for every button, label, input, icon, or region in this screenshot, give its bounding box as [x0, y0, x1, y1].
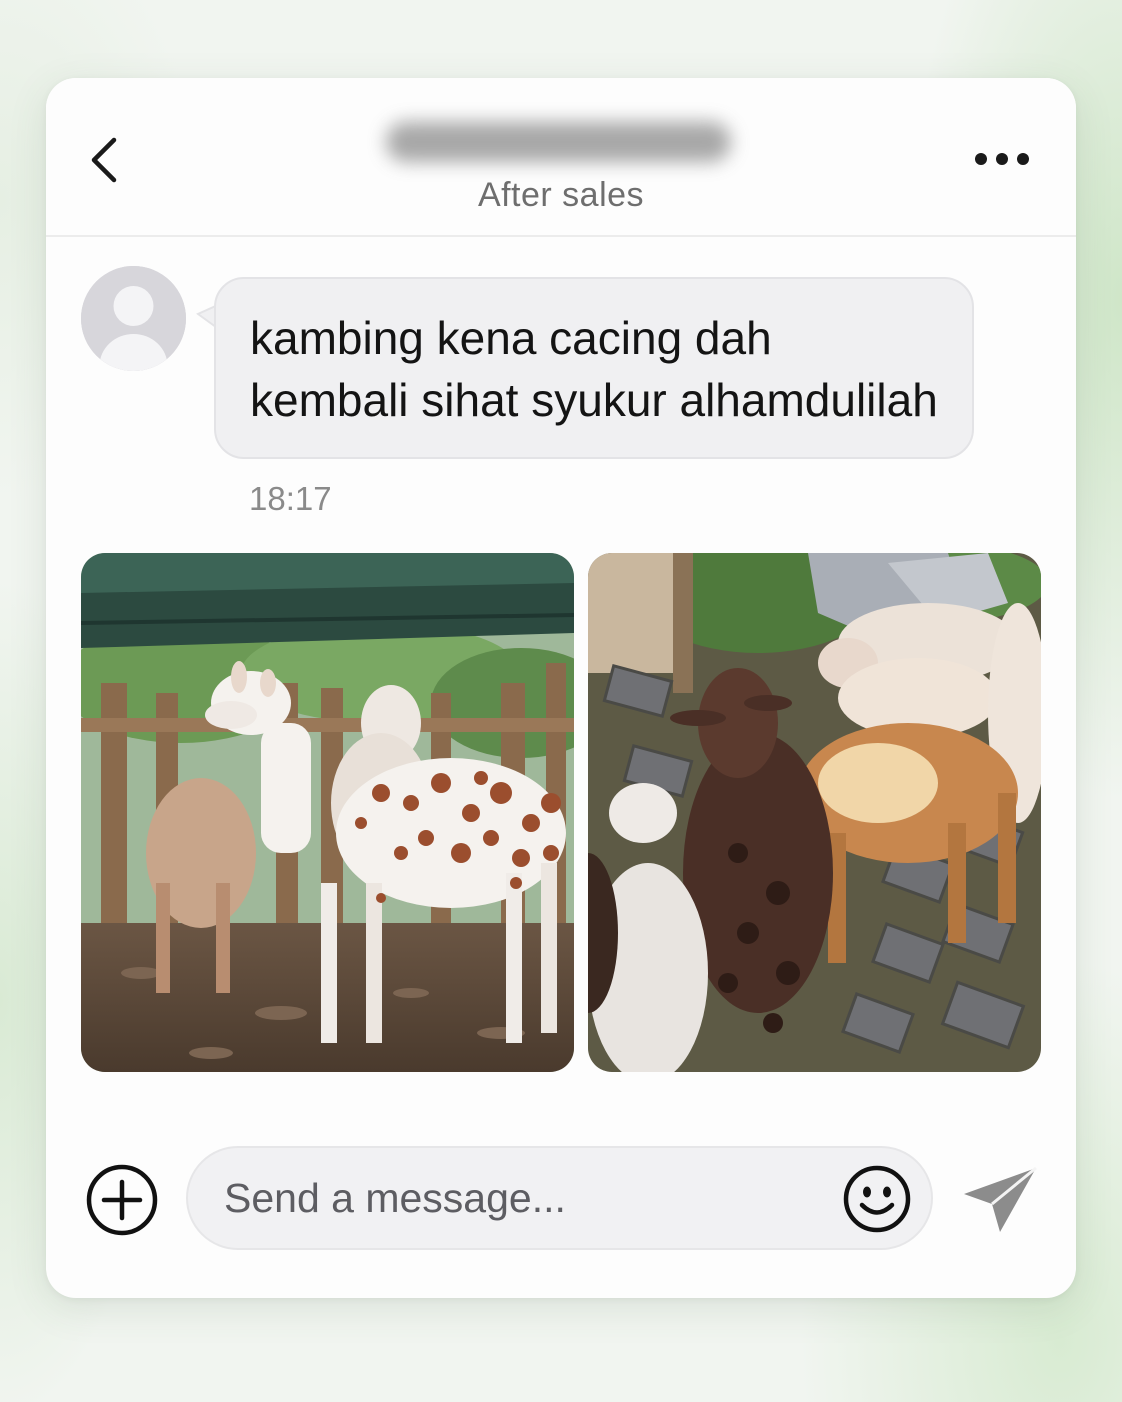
message-line-2: kembali sihat syukur alhamdulilah — [250, 374, 938, 426]
goat-pen-photo — [81, 553, 574, 1072]
message-bubble[interactable]: kambing kena cacing dah kembali sihat sy… — [214, 277, 974, 459]
user-avatar-icon — [81, 266, 186, 371]
send-button[interactable] — [960, 1162, 1040, 1238]
smiley-icon — [843, 1165, 911, 1233]
send-icon — [964, 1166, 1037, 1232]
photo-goat-pen[interactable] — [81, 553, 574, 1072]
message-input-box — [186, 1146, 933, 1250]
more-options-button[interactable] — [972, 144, 1032, 174]
photo-goats-grazing[interactable] — [588, 553, 1041, 1072]
message-text: kambing kena cacing dah kembali sihat sy… — [250, 307, 960, 431]
message-line-1: kambing kena cacing dah — [250, 312, 772, 364]
contact-name-redacted — [386, 122, 731, 162]
message-composer — [46, 1138, 1076, 1258]
sender-avatar[interactable] — [81, 266, 186, 371]
more-horizontal-icon — [975, 153, 1029, 165]
goats-grazing-photo — [588, 553, 1041, 1072]
message-timestamp: 18:17 — [249, 480, 332, 517]
message-input[interactable] — [224, 1148, 784, 1248]
add-attachment-button[interactable] — [86, 1164, 158, 1236]
chat-subtitle: After sales — [477, 176, 645, 214]
plus-circle-icon — [86, 1164, 158, 1236]
emoji-button[interactable] — [842, 1164, 912, 1234]
chat-header: After sales — [46, 78, 1076, 237]
chat-window: After sales kambing kena cacing dah kemb… — [46, 78, 1076, 1298]
